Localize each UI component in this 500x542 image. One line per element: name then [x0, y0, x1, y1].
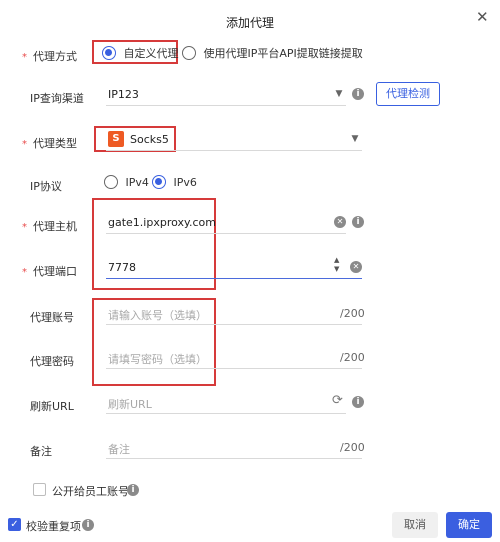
proxy-port-value: 7778 [108, 261, 136, 274]
refresh-url-label: 刷新URL [30, 400, 74, 413]
radio-ipv6-label: IPv6 [173, 175, 197, 189]
info-icon[interactable]: i [127, 484, 139, 496]
info-icon[interactable]: i [352, 396, 364, 408]
proxy-account-input[interactable]: 请输入账号（选填） /200 [106, 301, 365, 325]
clear-icon[interactable]: ✕ [350, 261, 362, 273]
refresh-url-placeholder: 刷新URL [108, 398, 152, 411]
radio-on-icon [152, 175, 166, 189]
radio-off-icon [104, 175, 118, 189]
verify-label: 校验重复项 [26, 520, 81, 533]
proxy-account-placeholder: 请输入账号（选填） [108, 309, 207, 322]
radio-custom-proxy-label: 自定义代理 [123, 47, 179, 60]
radio-off-icon [182, 46, 196, 60]
verify-checkbox[interactable]: ✓ [8, 518, 21, 531]
proxy-host-input[interactable]: gate1.ipxproxy.com ✕ [106, 210, 346, 234]
share-checkbox-label: 公开给员工账号 [52, 485, 129, 498]
remark-placeholder: 备注 [108, 443, 130, 456]
clear-icon[interactable]: ✕ [334, 216, 346, 228]
info-icon[interactable]: i [352, 88, 364, 100]
cancel-button[interactable]: 取消 [392, 512, 438, 538]
ip-protocol-label: IP协议 [30, 180, 62, 193]
radio-api-proxy-label: 使用代理IP平台API提取链接提取 [203, 47, 363, 60]
chevron-down-icon: ▼ [335, 89, 343, 99]
proxy-port-label: * 代理端口 [22, 265, 77, 278]
port-stepper[interactable]: ▲ ▼ [334, 256, 339, 274]
proxy-host-label: * 代理主机 [22, 220, 77, 233]
proxy-password-label: 代理密码 [30, 355, 74, 368]
close-icon[interactable]: ✕ [476, 8, 489, 26]
proxy-password-input[interactable]: 请填写密码（选填） /200 [106, 345, 365, 369]
proxy-check-button[interactable]: 代理检测 [376, 82, 440, 106]
info-icon[interactable]: i [352, 216, 364, 228]
proxy-host-value: gate1.ipxproxy.com [108, 216, 216, 229]
ip-channel-label: IP查询渠道 [30, 92, 84, 105]
socks5-logo-icon: S [108, 131, 124, 147]
ip-channel-value: IP123 [108, 88, 139, 101]
radio-ipv4-label: IPv4 [125, 175, 149, 189]
refresh-url-input[interactable]: 刷新URL ⟳ [106, 390, 346, 414]
proxy-account-counter: /200 [340, 307, 365, 320]
info-icon[interactable]: i [82, 519, 94, 531]
ip-channel-select[interactable]: IP123 ▼ [106, 82, 346, 106]
proxy-password-counter: /200 [340, 351, 365, 364]
proxy-port-input[interactable]: 7778 ▲ ▼ ✕ [106, 255, 362, 279]
radio-on-icon [102, 46, 116, 60]
radio-ipv4[interactable]: IPv4 [104, 175, 149, 189]
remark-counter: /200 [340, 441, 365, 454]
radio-api-proxy[interactable]: 使用代理IP平台API提取链接提取 [182, 45, 363, 61]
remark-input[interactable]: 备注 /200 [106, 435, 365, 459]
proxy-type-value: Socks5 [130, 133, 169, 146]
proxy-method-label: * 代理方式 [22, 50, 77, 63]
confirm-button[interactable]: 确定 [446, 512, 492, 538]
proxy-account-label: 代理账号 [30, 311, 74, 324]
radio-custom-proxy[interactable]: 自定义代理 [102, 45, 179, 61]
radio-ipv6[interactable]: IPv6 [152, 175, 197, 189]
proxy-type-label: * 代理类型 [22, 137, 77, 150]
proxy-password-placeholder: 请填写密码（选填） [108, 353, 207, 366]
refresh-icon[interactable]: ⟳ [332, 393, 343, 408]
dialog-title: 添加代理 [225, 16, 274, 30]
remark-label: 备注 [30, 445, 52, 458]
chevron-down-icon: ▼ [351, 134, 359, 144]
share-checkbox[interactable] [33, 483, 46, 496]
proxy-type-select[interactable]: S Socks5 ▼ [106, 127, 362, 151]
